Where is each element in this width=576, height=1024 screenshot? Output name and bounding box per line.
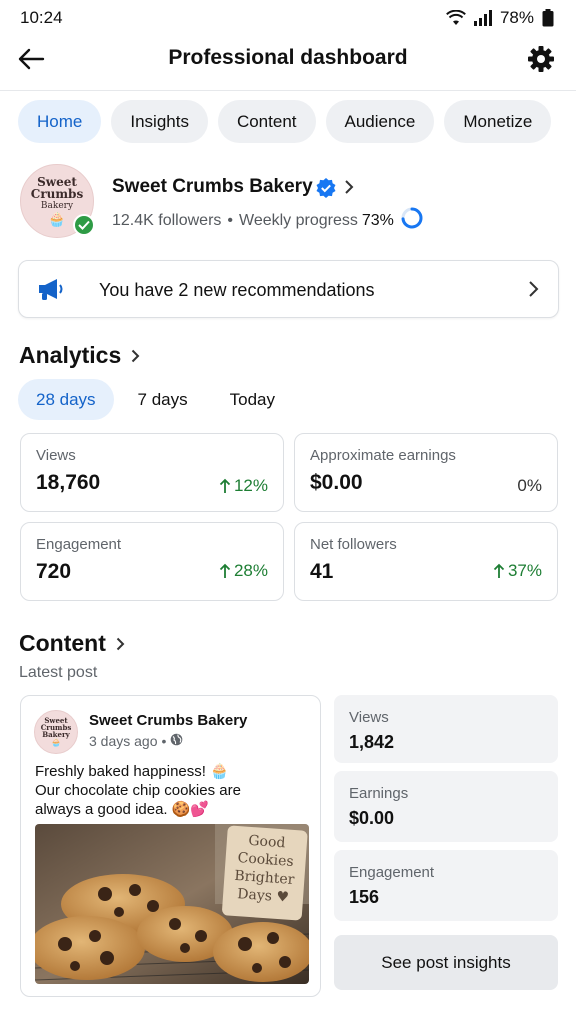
- logo-line-3: Bakery: [42, 730, 70, 739]
- stats-separator: •: [227, 211, 233, 229]
- post-avatar: Sweet Crumbs Bakery 🧁: [34, 710, 78, 754]
- range-28-days[interactable]: 28 days: [18, 379, 114, 420]
- card-label: Views: [36, 447, 76, 464]
- progress-percent: 73%: [361, 211, 394, 229]
- recommendations-banner[interactable]: You have 2 new recommendations: [18, 260, 559, 318]
- megaphone-icon: [37, 277, 65, 306]
- progress-label: Weekly progress: [239, 211, 358, 229]
- content-header[interactable]: Content: [19, 630, 125, 657]
- page-title: Professional dashboard: [168, 46, 408, 69]
- post-text: Freshly baked happiness! 🧁 Our chocolate…: [35, 762, 313, 819]
- battery-icon: [542, 9, 554, 27]
- date-range-tabs: 28 days 7 days Today: [18, 379, 293, 420]
- recommendations-text: You have 2 new recommendations: [99, 280, 375, 300]
- engagement-card[interactable]: Engagement 720 28%: [20, 522, 284, 601]
- post-image[interactable]: Good Cookies Brighter Days ♥: [35, 824, 309, 984]
- logo-line-2: Crumbs: [30, 187, 84, 201]
- chevron-right-icon: [116, 630, 125, 657]
- range-7-days[interactable]: 7 days: [120, 379, 206, 420]
- arrow-up-icon: [219, 563, 231, 578]
- tab-audience[interactable]: Audience: [325, 100, 435, 143]
- check-badge-icon: [73, 214, 95, 236]
- analytics-header[interactable]: Analytics: [19, 342, 140, 369]
- tab-home[interactable]: Home: [18, 100, 102, 143]
- profile-header: Sweet Crumbs Bakery 🧁 Sweet Crumbs Baker…: [18, 162, 558, 242]
- card-delta: 28%: [219, 561, 268, 581]
- arrow-up-icon: [219, 478, 231, 493]
- verified-badge-icon: [316, 178, 336, 203]
- page-name[interactable]: Sweet Crumbs Bakery: [112, 176, 313, 198]
- meta-separator: •: [161, 733, 167, 749]
- tab-content[interactable]: Content: [217, 100, 316, 143]
- card-delta-value: 0%: [517, 476, 542, 495]
- card-label: Engagement: [36, 536, 122, 553]
- card-value: 720: [36, 560, 72, 583]
- post-text-line: Freshly baked happiness! 🧁: [35, 763, 229, 780]
- post-time: 3 days ago: [89, 733, 158, 749]
- post-earnings-stat: Earnings $0.00: [334, 771, 558, 842]
- card-delta: 37%: [493, 561, 542, 581]
- cupcake-icon: 🧁: [51, 738, 61, 747]
- range-today[interactable]: Today: [212, 379, 293, 420]
- svg-text:Good: Good: [248, 833, 286, 852]
- post-views-stat: Views 1,842: [334, 695, 558, 763]
- card-label: Approximate earnings: [310, 447, 456, 464]
- post-meta: 3 days ago •: [89, 733, 183, 749]
- gear-icon: [527, 45, 555, 78]
- arrow-up-icon: [493, 563, 505, 578]
- card-value: $0.00: [310, 471, 363, 494]
- post-author: Sweet Crumbs Bakery: [89, 712, 248, 729]
- post-engagement-stat: Engagement 156: [334, 850, 558, 921]
- wifi-icon: [446, 10, 466, 26]
- latest-post-label: Latest post: [19, 664, 98, 681]
- chevron-right-icon: [528, 280, 540, 303]
- card-label: Net followers: [310, 536, 397, 553]
- card-delta: 12%: [219, 476, 268, 496]
- chevron-right-icon: [131, 342, 140, 369]
- stat-label: Views: [349, 709, 389, 726]
- followers-count: 12.4K followers: [112, 211, 222, 229]
- card-delta-value: 12%: [233, 476, 268, 495]
- stat-value: $0.00: [349, 808, 395, 828]
- chevron-right-icon[interactable]: [344, 179, 354, 200]
- post-text-line: Our chocolate chip cookies are: [35, 782, 241, 799]
- status-time: 10:24: [20, 8, 63, 27]
- settings-button[interactable]: [524, 44, 558, 78]
- card-delta-value: 37%: [507, 561, 542, 580]
- dashboard-tabs: Home Insights Content Audience Monetize: [18, 100, 552, 143]
- card-delta-value: 28%: [233, 561, 268, 580]
- profile-stats: 12.4K followers • Weekly progress 73%: [112, 206, 424, 235]
- progress-ring-icon: [400, 206, 424, 235]
- tab-monetize[interactable]: Monetize: [444, 100, 552, 143]
- earnings-card[interactable]: Approximate earnings $0.00 0%: [294, 433, 558, 512]
- cookie-sign: Good Cookies Brighter Days ♥: [222, 825, 308, 921]
- latest-post-card[interactable]: Sweet Crumbs Bakery 🧁 Sweet Crumbs Baker…: [20, 695, 321, 997]
- stat-value: 156: [349, 887, 380, 907]
- tab-insights[interactable]: Insights: [111, 100, 208, 143]
- status-icons: 78%: [446, 8, 554, 28]
- see-post-insights-button[interactable]: See post insights: [334, 935, 558, 990]
- card-value: 18,760: [36, 471, 101, 494]
- logo-line-3: Bakery: [40, 201, 74, 211]
- post-text-line: always a good idea. 🍪💕: [35, 801, 210, 818]
- header-divider: [0, 90, 576, 91]
- globe-icon: [170, 733, 183, 749]
- analytics-title: Analytics: [19, 342, 122, 368]
- status-bar: 10:24 78%: [0, 0, 576, 36]
- app-bar: Professional dashboard: [0, 36, 576, 88]
- battery-percent: 78%: [499, 8, 534, 27]
- stat-label: Earnings: [349, 785, 409, 802]
- content-title: Content: [19, 630, 106, 656]
- cupcake-icon: 🧁: [48, 211, 66, 227]
- stat-label: Engagement: [349, 864, 435, 881]
- card-delta: 0%: [517, 476, 542, 496]
- views-card[interactable]: Views 18,760 12%: [20, 433, 284, 512]
- net-followers-card[interactable]: Net followers 41 37%: [294, 522, 558, 601]
- card-value: 41: [310, 560, 334, 583]
- signal-icon: [473, 10, 492, 26]
- stat-value: 1,842: [349, 732, 395, 752]
